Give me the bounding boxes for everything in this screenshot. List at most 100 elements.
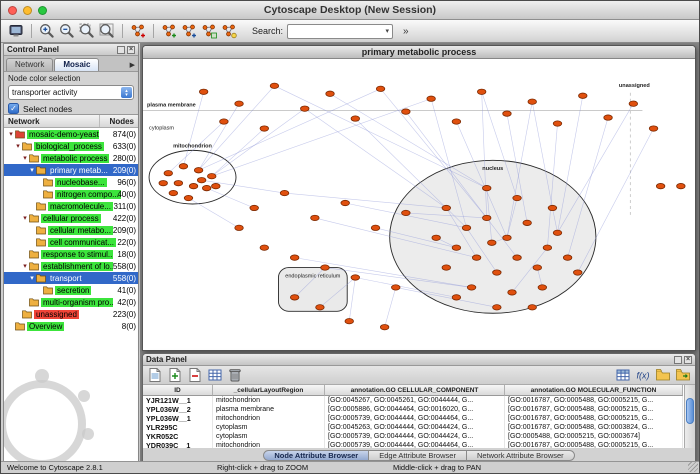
tree-row[interactable]: ▾transport558(0)	[4, 272, 138, 284]
tree-row[interactable]: response to stimul...18(0)	[4, 248, 138, 260]
graph-node[interactable]	[543, 245, 551, 250]
table-vertical-scrollbar[interactable]	[684, 385, 695, 450]
tree-row[interactable]: nitrogen compo...40(0)	[4, 188, 138, 200]
tab-scroll-right-icon[interactable]: ▶	[130, 61, 138, 71]
graph-node[interactable]	[548, 205, 556, 210]
column-header[interactable]: annotation.GO CELLULAR_COMPONENT	[325, 385, 505, 396]
graph-node[interactable]	[508, 290, 516, 295]
graph-node[interactable]	[189, 183, 197, 188]
graph-node[interactable]	[432, 235, 440, 240]
tree-expander-icon[interactable]: ▾	[28, 274, 36, 282]
graph-node[interactable]	[260, 126, 268, 131]
select-attributes-icon[interactable]	[146, 366, 164, 384]
graph-node[interactable]	[270, 83, 278, 88]
graph-node[interactable]	[677, 183, 685, 188]
tree-expander-icon[interactable]: ▾	[21, 154, 29, 162]
attribute-matrix-icon[interactable]	[206, 366, 224, 384]
tab-edge-attribute-browser[interactable]: Edge Attribute Browser	[369, 450, 467, 461]
graph-node[interactable]	[202, 185, 210, 190]
graph-node[interactable]	[493, 270, 501, 275]
tree-expander-icon[interactable]: ▾	[14, 142, 22, 150]
close-panel-icon[interactable]: ×	[127, 46, 135, 54]
graph-node[interactable]	[477, 89, 485, 94]
tree-row[interactable]: ▾biological_process633(0)	[4, 140, 138, 152]
graph-node[interactable]	[427, 96, 435, 101]
tree-row[interactable]: ▾cellular process422(0)	[4, 212, 138, 224]
graph-node[interactable]	[290, 255, 298, 260]
graph-node[interactable]	[538, 285, 546, 290]
close-button[interactable]	[8, 6, 17, 15]
graph-node[interactable]	[376, 86, 384, 91]
graph-node[interactable]	[199, 89, 207, 94]
color-attribute-dropdown[interactable]: transporter activity ▴▾	[8, 85, 134, 100]
float-data-panel-icon[interactable]	[674, 356, 682, 364]
tree-expander-icon[interactable]: ▾	[7, 130, 15, 138]
graph-node[interactable]	[523, 220, 531, 225]
graph-node[interactable]	[316, 305, 324, 310]
graph-node[interactable]	[472, 255, 480, 260]
vizmapper-icon[interactable]	[220, 22, 238, 40]
maximize-button[interactable]	[38, 6, 47, 15]
graph-node[interactable]	[513, 255, 521, 260]
zoom-selected-icon[interactable]	[78, 22, 96, 40]
graph-node[interactable]	[482, 185, 490, 190]
graph-node[interactable]	[488, 240, 496, 245]
graph-node[interactable]	[604, 115, 612, 120]
graph-node[interactable]	[311, 215, 319, 220]
scrollbar-thumb[interactable]	[686, 398, 694, 424]
graph-node[interactable]	[169, 190, 177, 195]
graph-node[interactable]	[528, 99, 536, 104]
graph-node[interactable]	[442, 205, 450, 210]
graph-node[interactable]	[493, 305, 501, 310]
new-network-from-selected-nodes-edges-icon[interactable]	[160, 22, 178, 40]
tree-row[interactable]: cellular metabo...209(0)	[4, 224, 138, 236]
graph-node[interactable]	[371, 225, 379, 230]
toolbar-overflow-icon[interactable]: »	[403, 26, 409, 37]
graph-node[interactable]	[179, 164, 187, 169]
graph-node[interactable]	[280, 190, 288, 195]
graph-node[interactable]	[467, 285, 475, 290]
graph-node[interactable]	[452, 119, 460, 124]
table-row[interactable]: YPL036W__2plasma membrane[GO:0005886, GO…	[143, 405, 695, 414]
table-row[interactable]: YLR295Ccytoplasm[GO:0045263, GO:0044444,…	[143, 423, 695, 432]
graph-node[interactable]	[301, 106, 309, 111]
graph-node[interactable]	[326, 91, 334, 96]
tree-row[interactable]: ▾mosaic-demo-yeast874(0)	[4, 128, 138, 140]
tab-mosaic[interactable]: Mosaic	[54, 58, 99, 71]
graph-node[interactable]	[462, 225, 470, 230]
column-header[interactable]: _cellularLayoutRegion	[213, 385, 325, 396]
graphics-details-icon[interactable]	[129, 22, 147, 40]
resize-grip[interactable]	[688, 462, 698, 472]
tree-row[interactable]: unassigned223(0)	[4, 308, 138, 320]
function-builder-icon[interactable]: f(x)	[634, 366, 652, 384]
export-attributes-icon[interactable]	[674, 366, 692, 384]
table-row[interactable]: YPL036W__1mitochondrion[GO:0005739, GO:0…	[143, 414, 695, 423]
graph-node[interactable]	[250, 205, 258, 210]
tree-row[interactable]: ▾primary metab...209(0)	[4, 164, 138, 176]
graph-node[interactable]	[553, 121, 561, 126]
tab-node-attribute-browser[interactable]: Node Attribute Browser	[263, 450, 369, 461]
tree-row[interactable]: cell communicat...22(0)	[4, 236, 138, 248]
tree-header-nodes[interactable]: Nodes	[110, 115, 134, 128]
tree-row[interactable]: secretion41(0)	[4, 284, 138, 296]
graph-node[interactable]	[212, 183, 220, 188]
delete-attribute-icon[interactable]	[186, 366, 204, 384]
graph-node[interactable]	[513, 195, 521, 200]
graph-node[interactable]	[197, 177, 205, 182]
tree-row[interactable]: ▾establishment of lo...558(0)	[4, 260, 138, 272]
select-nodes-checkbox[interactable]: ✓	[8, 103, 19, 114]
graph-node[interactable]	[482, 215, 490, 220]
tree-header-network[interactable]: Network	[4, 117, 40, 126]
minimize-button[interactable]	[23, 6, 32, 15]
graph-node[interactable]	[159, 180, 167, 185]
tree-row[interactable]: macromolecule...311(0)	[4, 200, 138, 212]
graph-node[interactable]	[380, 324, 388, 329]
graph-node[interactable]	[164, 171, 172, 176]
graph-node[interactable]	[235, 101, 243, 106]
graph-node[interactable]	[321, 265, 329, 270]
tree-expander-icon[interactable]: ▾	[21, 262, 29, 270]
tab-network[interactable]: Network	[6, 58, 53, 71]
import-attributes-icon[interactable]	[654, 366, 672, 384]
tree-expander-icon[interactable]: ▾	[28, 166, 36, 174]
graph-node[interactable]	[220, 119, 228, 124]
